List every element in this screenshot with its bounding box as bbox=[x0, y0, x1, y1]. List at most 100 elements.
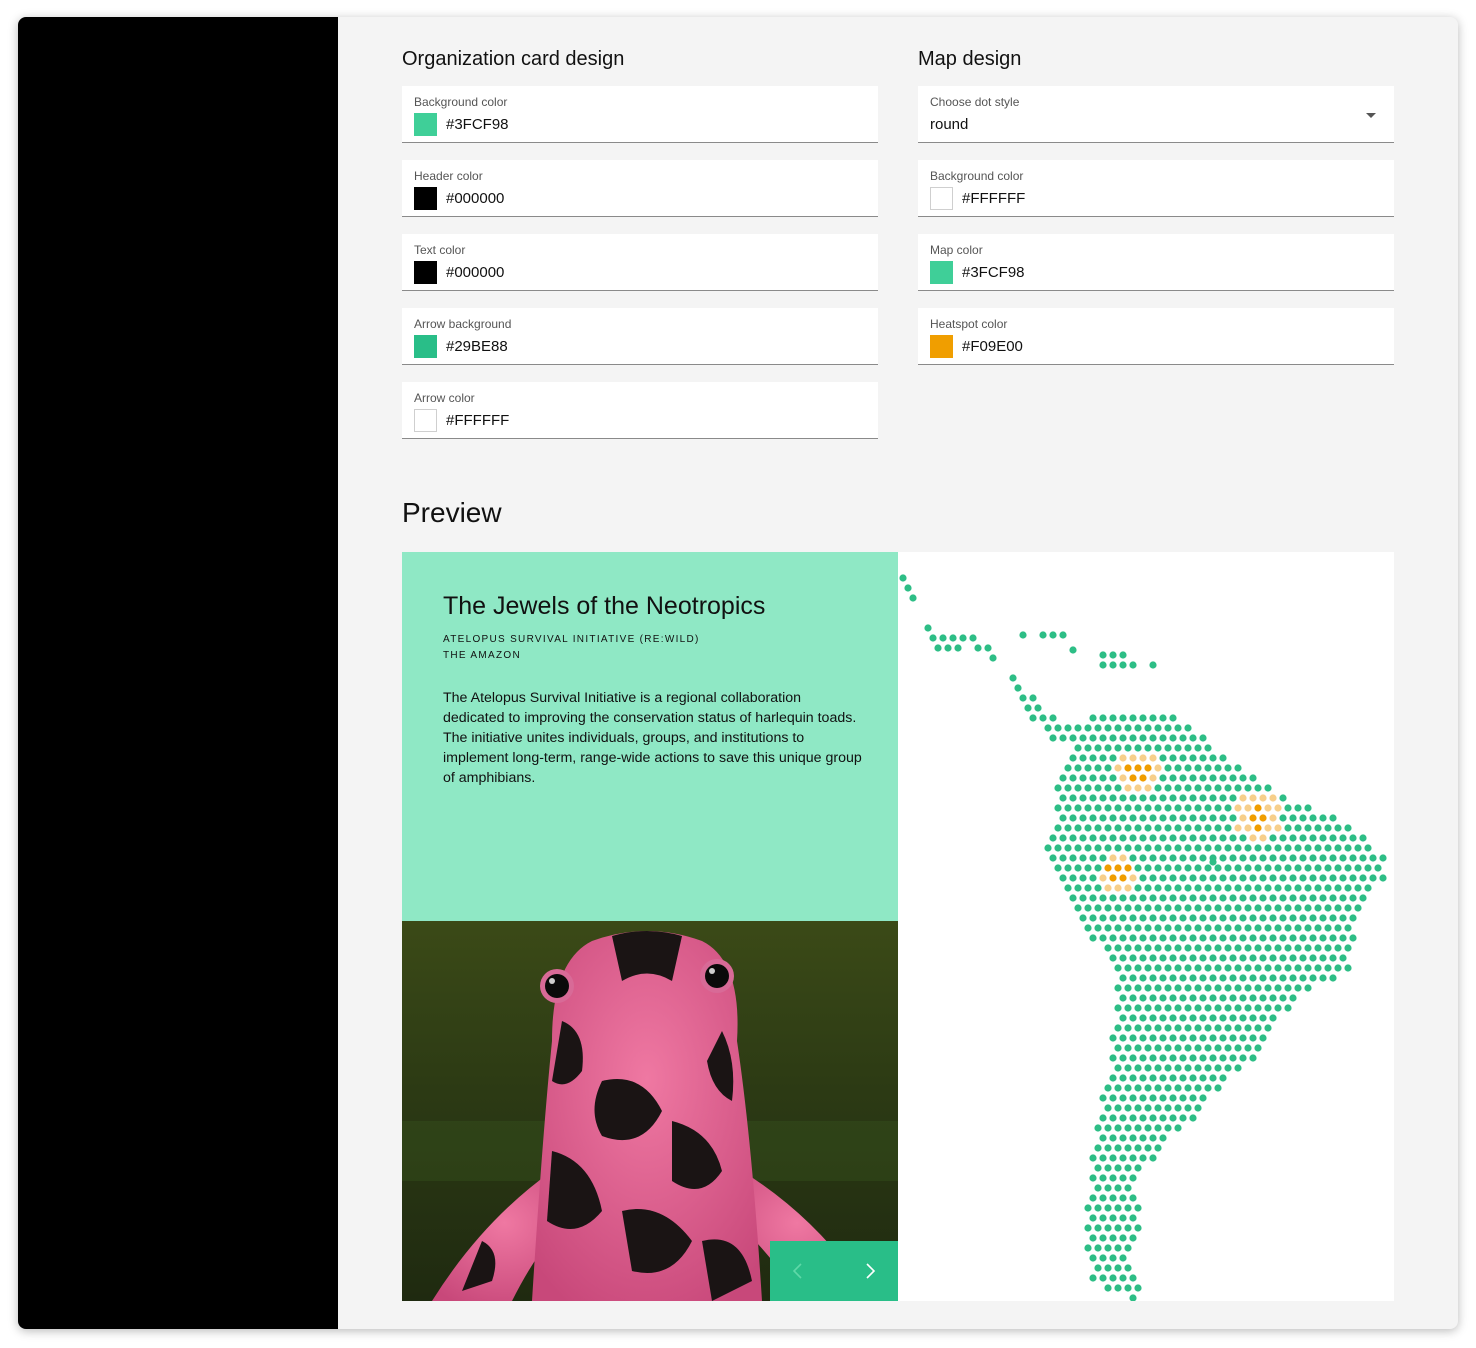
color-value[interactable]: #29BE88 bbox=[446, 338, 508, 355]
chevron-down-icon[interactable] bbox=[1366, 113, 1376, 118]
map-dot bbox=[1284, 944, 1292, 952]
map-dot bbox=[1349, 934, 1357, 942]
color-value[interactable]: #000000 bbox=[446, 190, 504, 207]
map-dot bbox=[1339, 914, 1347, 922]
map-dot bbox=[1074, 904, 1082, 912]
map-dot bbox=[1219, 874, 1227, 882]
map-dot bbox=[1284, 984, 1292, 992]
map-dot bbox=[1279, 874, 1287, 882]
map-dot bbox=[1224, 1044, 1232, 1052]
map-dot bbox=[1099, 661, 1107, 669]
arrow-background-field[interactable]: Arrow background #29BE88 bbox=[402, 308, 878, 365]
map-dot bbox=[1159, 1054, 1167, 1062]
map-dot bbox=[1114, 904, 1122, 912]
color-value[interactable]: #FFFFFF bbox=[446, 412, 509, 429]
map-dot bbox=[1119, 974, 1127, 982]
color-swatch[interactable] bbox=[930, 261, 953, 284]
map-dot bbox=[1264, 1024, 1272, 1032]
map-dot bbox=[1304, 944, 1312, 952]
map-dot bbox=[1329, 854, 1337, 862]
map-dot bbox=[1264, 1004, 1272, 1012]
background-color-field[interactable]: Background color #3FCF98 bbox=[402, 86, 878, 143]
dot-style-select[interactable]: Choose dot style round bbox=[918, 86, 1394, 143]
map-dot bbox=[1264, 964, 1272, 972]
map-dot bbox=[1279, 834, 1287, 842]
map-dot bbox=[1144, 1004, 1152, 1012]
map-dot bbox=[1159, 774, 1167, 782]
map-dot bbox=[1134, 964, 1142, 972]
color-swatch[interactable] bbox=[930, 335, 953, 358]
arrow-color-field[interactable]: Arrow color #FFFFFF bbox=[402, 382, 878, 439]
map-dot bbox=[1174, 924, 1182, 932]
color-swatch[interactable] bbox=[930, 187, 953, 210]
map-dot bbox=[1099, 814, 1107, 822]
color-swatch[interactable] bbox=[414, 409, 437, 432]
map-dot bbox=[1104, 1144, 1112, 1152]
color-swatch[interactable] bbox=[414, 113, 437, 136]
map-color-field[interactable]: Map color #3FCF98 bbox=[918, 234, 1394, 291]
color-value[interactable]: #3FCF98 bbox=[962, 264, 1025, 281]
map-dot bbox=[1114, 1284, 1122, 1292]
map-dot bbox=[1269, 854, 1277, 862]
map-dot bbox=[1299, 874, 1307, 882]
map-dot bbox=[1174, 1044, 1182, 1052]
color-swatch[interactable] bbox=[414, 261, 437, 284]
map-dot bbox=[1064, 884, 1072, 892]
header-color-field[interactable]: Header color #000000 bbox=[402, 160, 878, 217]
map-dot bbox=[1079, 794, 1087, 802]
map-dot bbox=[1189, 1034, 1197, 1042]
map-dot bbox=[1294, 904, 1302, 912]
map-dot bbox=[1144, 844, 1152, 852]
map-dot bbox=[1089, 874, 1097, 882]
map-dot bbox=[1319, 914, 1327, 922]
map-dot bbox=[1079, 734, 1087, 742]
map-dot bbox=[1164, 884, 1172, 892]
color-value[interactable]: #FFFFFF bbox=[962, 190, 1025, 207]
map-dot bbox=[1334, 884, 1342, 892]
map-dot bbox=[1309, 834, 1317, 842]
chevron-left-icon[interactable] bbox=[790, 1263, 806, 1279]
map-dot bbox=[1214, 844, 1222, 852]
map-dot bbox=[1074, 724, 1082, 732]
color-value[interactable]: #F09E00 bbox=[962, 338, 1023, 355]
field-label: Background color bbox=[414, 95, 508, 109]
map-dot bbox=[1294, 924, 1302, 932]
selected-value[interactable]: round bbox=[930, 116, 968, 133]
map-dot bbox=[1204, 1004, 1212, 1012]
map-dot bbox=[1284, 964, 1292, 972]
map-dot bbox=[1239, 994, 1247, 1002]
map-dot bbox=[1244, 924, 1252, 932]
map-dot bbox=[1204, 1064, 1212, 1072]
color-value[interactable]: #3FCF98 bbox=[446, 116, 509, 133]
map-dot bbox=[1369, 854, 1377, 862]
map-dot bbox=[1084, 1244, 1092, 1252]
map-dot bbox=[1149, 1154, 1157, 1162]
map-dot bbox=[1299, 814, 1307, 822]
map-dot bbox=[1109, 1034, 1117, 1042]
map-dot bbox=[1129, 894, 1137, 902]
map-dot bbox=[1239, 814, 1247, 822]
map-dot bbox=[1104, 1284, 1112, 1292]
map-dot bbox=[1324, 824, 1332, 832]
chevron-right-icon[interactable] bbox=[862, 1263, 878, 1279]
map-dot bbox=[1234, 904, 1242, 912]
map-dot bbox=[1089, 914, 1097, 922]
heatspot-color-field[interactable]: Heatspot color #F09E00 bbox=[918, 308, 1394, 365]
map-dot bbox=[1254, 824, 1262, 832]
map-dot bbox=[1159, 934, 1167, 942]
map-dot bbox=[1194, 984, 1202, 992]
map-dot bbox=[1104, 824, 1112, 832]
map-dot bbox=[1259, 974, 1267, 982]
map-dot bbox=[1304, 964, 1312, 972]
map-dot bbox=[1204, 864, 1212, 872]
map-dot bbox=[1119, 834, 1127, 842]
map-dot bbox=[1234, 864, 1242, 872]
text-color-field[interactable]: Text color #000000 bbox=[402, 234, 878, 291]
map-background-color-field[interactable]: Background color #FFFFFF bbox=[918, 160, 1394, 217]
map-dot bbox=[1329, 834, 1337, 842]
color-value[interactable]: #000000 bbox=[446, 264, 504, 281]
color-swatch[interactable] bbox=[414, 187, 437, 210]
color-swatch[interactable] bbox=[414, 335, 437, 358]
map-dot bbox=[1284, 1004, 1292, 1012]
map-dot bbox=[1129, 994, 1137, 1002]
